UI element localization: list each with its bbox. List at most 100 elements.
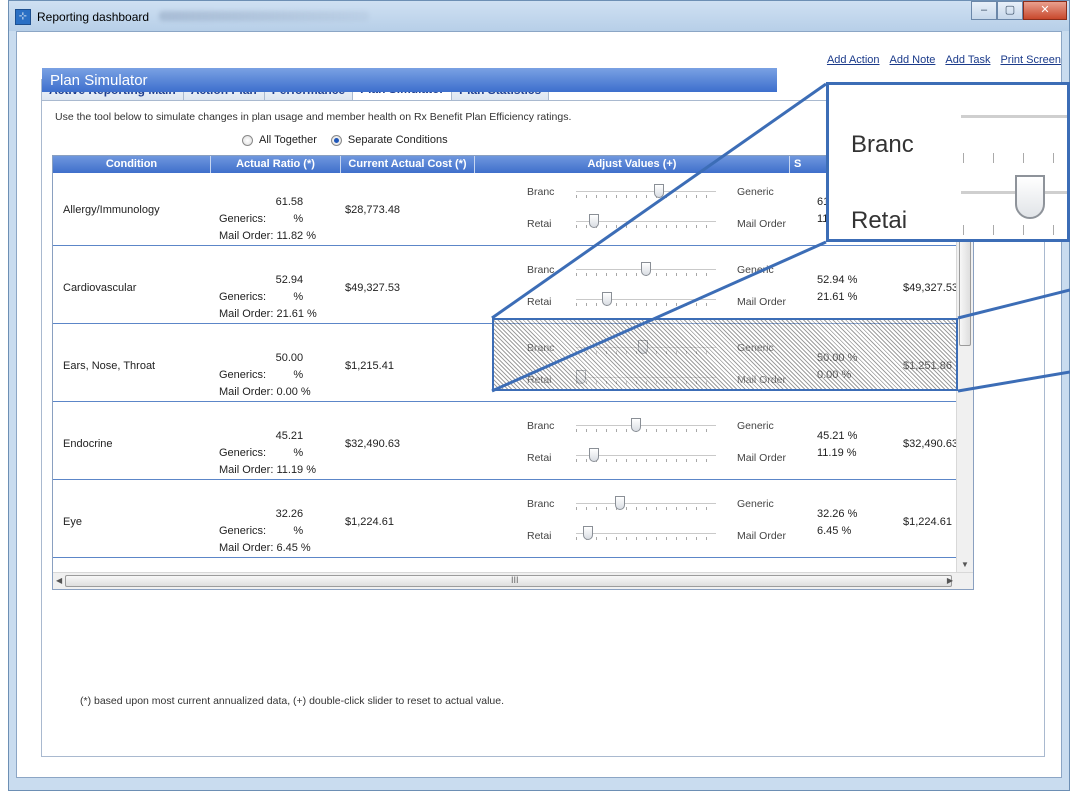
actual-generics-value: 52.94 % xyxy=(275,274,304,303)
simulated-mail-value: 11.19 % xyxy=(817,447,857,459)
mail-order-label: Mail Order: xyxy=(219,542,274,554)
highlight-hatch-overlay xyxy=(492,318,958,391)
print-screen-link[interactable]: Print Screen xyxy=(1000,54,1061,66)
mail-order-right-label: Mail Order xyxy=(737,296,787,308)
mail-order-label: Mail Order: xyxy=(219,230,274,242)
slider-track xyxy=(576,533,716,535)
simulated-generics-value: 52.94 % xyxy=(817,274,858,286)
actual-mail-value: 0.00 % xyxy=(276,386,311,398)
slider-thumb[interactable] xyxy=(641,262,651,276)
simulated-generics-value: 32.26 % xyxy=(817,508,858,520)
generic-label: Generic xyxy=(737,186,774,198)
retail-mail-slider[interactable] xyxy=(576,292,716,306)
actual-ratio: Generics: 52.94 % Mail Order: 21.61 % xyxy=(219,272,317,323)
simulated-ratio: 32.26 % 6.45 % xyxy=(817,506,857,540)
simulated-ratio: 52.94 % 21.61 % xyxy=(817,272,857,306)
maximize-button[interactable]: ▢ xyxy=(997,1,1023,20)
table-row[interactable]: Eye Generics: 32.26 % Mail Order: 6.45 %… xyxy=(53,486,973,558)
horizontal-scrollbar[interactable]: ◀ III ▶ xyxy=(53,572,973,589)
actual-generics-value: 50.00 % xyxy=(275,352,304,381)
scroll-left-arrow-icon[interactable]: ◀ xyxy=(56,576,62,585)
slider-thumb[interactable] xyxy=(654,184,664,198)
slider-thumb[interactable] xyxy=(615,496,625,510)
brand-label: Branc xyxy=(527,264,555,276)
radio-separate-conditions-label: Separate Conditions xyxy=(347,134,448,146)
add-task-link[interactable]: Add Task xyxy=(945,54,990,66)
actual-generics-value: 61.58 % xyxy=(275,196,304,225)
retail-mail-slider[interactable] xyxy=(576,448,716,462)
mail-order-label: Mail Order: xyxy=(219,386,274,398)
footnote: (*) based upon most current annualized d… xyxy=(80,695,505,707)
column-header-condition[interactable]: Condition xyxy=(53,156,211,173)
condition-name: Cardiovascular xyxy=(63,282,137,294)
scroll-grip: III xyxy=(511,575,519,585)
actual-ratio: Generics: 50.00 % Mail Order: 0.00 % xyxy=(219,350,311,401)
column-header-adjust-values[interactable]: Adjust Values (+) xyxy=(475,156,790,173)
column-header-actual-ratio[interactable]: Actual Ratio (*) xyxy=(211,156,341,173)
generics-label: Generics: xyxy=(219,525,267,537)
panel-description: Use the tool below to simulate changes i… xyxy=(55,111,572,123)
table-row[interactable]: Cardiovascular Generics: 52.94 % Mail Or… xyxy=(53,252,973,324)
slider-thumb[interactable] xyxy=(602,292,612,306)
generics-label: Generics: xyxy=(219,447,267,459)
radio-unchecked-icon xyxy=(242,134,253,146)
mail-order-label: Mail Order: xyxy=(219,308,274,320)
current-actual-cost: $1,215.41 xyxy=(345,360,394,372)
generic-label: Generic xyxy=(737,264,774,276)
slider-thumb[interactable] xyxy=(583,526,593,540)
generics-label: Generics: xyxy=(219,369,267,381)
zoom-brand-ticks xyxy=(963,153,1067,163)
brand-label: Branc xyxy=(527,420,555,432)
brand-label: Branc xyxy=(527,186,555,198)
simulated-generics-value: 45.21 % xyxy=(817,430,858,442)
scroll-down-arrow-icon[interactable]: ▼ xyxy=(961,560,969,569)
mail-order-right-label: Mail Order xyxy=(737,218,787,230)
actual-generics-value: 32.26 % xyxy=(275,508,304,537)
current-actual-cost: $49,327.53 xyxy=(345,282,401,294)
radio-all-together[interactable]: All Together xyxy=(242,134,317,146)
column-header-current-actual-cost[interactable]: Current Actual Cost (*) xyxy=(341,156,475,173)
close-button[interactable]: ✕ xyxy=(1023,1,1067,20)
actual-mail-value: 21.61 % xyxy=(276,308,317,320)
retail-mail-slider[interactable] xyxy=(576,214,716,228)
window-controls: – ▢ ✕ xyxy=(971,1,1067,20)
actual-mail-value: 11.82 % xyxy=(276,230,317,242)
retail-label: Retai xyxy=(527,452,552,464)
toolbar-links: Add Action Add Note Add Task Print Scree… xyxy=(827,54,1061,66)
brand-generic-slider[interactable] xyxy=(576,418,716,432)
slider-track xyxy=(576,191,716,193)
mail-order-right-label: Mail Order xyxy=(737,530,787,542)
radio-all-together-label: All Together xyxy=(259,134,317,146)
condition-name: Allergy/Immunology xyxy=(63,204,160,216)
add-action-link[interactable]: Add Action xyxy=(827,54,880,66)
slider-thumb[interactable] xyxy=(631,418,641,432)
simulated-mail-value: 6.45 % xyxy=(817,525,852,537)
scroll-right-arrow-icon[interactable]: ▶ xyxy=(947,576,953,585)
slider-track xyxy=(576,299,716,301)
retail-mail-slider[interactable] xyxy=(576,526,716,540)
condition-name: Ears, Nose, Throat xyxy=(63,360,156,372)
mode-radio-group: All Together Separate Conditions xyxy=(242,134,448,146)
retail-label: Retai xyxy=(527,218,552,230)
zoom-callout: Branc Retai xyxy=(826,82,1070,242)
brand-generic-slider[interactable] xyxy=(576,262,716,276)
window-title: Reporting dashboard xyxy=(37,10,150,24)
radio-separate-conditions[interactable]: Separate Conditions xyxy=(330,134,448,146)
slider-thumb[interactable] xyxy=(589,448,599,462)
slider-thumb[interactable] xyxy=(589,214,599,228)
simulated-cost: $1,224.61 xyxy=(903,516,952,528)
title-bar[interactable]: ⊹ Reporting dashboard – ▢ ✕ xyxy=(9,1,1069,31)
brand-label: Branc xyxy=(527,498,555,510)
condition-name: Endocrine xyxy=(63,438,113,450)
panel-title: Plan Simulator xyxy=(42,68,777,92)
minimize-button[interactable]: – xyxy=(971,1,997,20)
brand-generic-slider[interactable] xyxy=(576,184,716,198)
zoom-retail-slider-thumb[interactable] xyxy=(1015,175,1045,219)
add-note-link[interactable]: Add Note xyxy=(890,54,936,66)
generic-label: Generic xyxy=(737,498,774,510)
simulated-mail-value: 21.61 % xyxy=(817,291,858,303)
brand-generic-slider[interactable] xyxy=(576,496,716,510)
table-row[interactable]: Endocrine Generics: 45.21 % Mail Order: … xyxy=(53,408,973,480)
horizontal-scroll-thumb[interactable]: III xyxy=(65,575,952,587)
zoom-retail-ticks xyxy=(963,225,1067,235)
